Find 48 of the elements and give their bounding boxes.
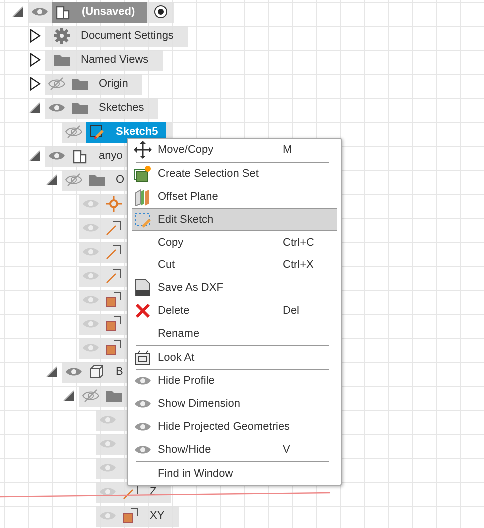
delete-icon bbox=[134, 302, 152, 320]
axis-icon bbox=[105, 243, 123, 261]
plane-icon bbox=[105, 315, 123, 333]
shortcut-label: Ctrl+C bbox=[283, 236, 316, 249]
look-at-icon bbox=[134, 348, 152, 367]
settings-icon bbox=[53, 27, 71, 45]
collapsed-arrow-icon[interactable] bbox=[29, 29, 41, 43]
menu-item[interactable]: Show Dimension bbox=[132, 392, 337, 416]
menu-item[interactable]: Copy Ctrl+C bbox=[132, 231, 337, 254]
collapsed-arrow-icon[interactable] bbox=[29, 53, 41, 67]
menu-item[interactable]: Look At bbox=[132, 346, 337, 369]
plane-icon bbox=[105, 339, 123, 357]
offset-plane-icon bbox=[134, 188, 152, 206]
shortcut-label: Del bbox=[283, 304, 301, 317]
axis-icon bbox=[105, 219, 123, 237]
expanded-arrow-icon[interactable] bbox=[29, 150, 41, 162]
menu-item[interactable]: Find in Window bbox=[132, 462, 337, 485]
sketch-icon bbox=[88, 123, 106, 141]
origin-point-icon bbox=[105, 195, 123, 213]
shortcut-label: V bbox=[283, 444, 292, 456]
menu-item[interactable]: Hide Profile bbox=[132, 370, 337, 393]
radio-icon bbox=[154, 5, 168, 19]
menu-item[interactable]: Edit Sketch bbox=[132, 208, 337, 232]
menu-item[interactable]: Show/Hide V bbox=[132, 438, 337, 462]
expanded-arrow-icon[interactable] bbox=[63, 390, 75, 402]
menu-item[interactable]: Delete Del bbox=[132, 300, 337, 322]
shortcut-label: M bbox=[283, 144, 294, 156]
move-icon bbox=[134, 141, 152, 160]
menu-item[interactable]: Offset Plane bbox=[132, 186, 337, 208]
edit-sketch-icon bbox=[134, 210, 152, 229]
menu-item[interactable]: Rename bbox=[132, 322, 337, 346]
menu-item[interactable]: Save As DXF bbox=[132, 276, 337, 300]
file-icon bbox=[134, 279, 152, 298]
menu-item[interactable]: Create Selection Set bbox=[132, 162, 337, 186]
plane-icon bbox=[105, 291, 123, 309]
box-icon bbox=[88, 363, 106, 381]
axis-icon bbox=[122, 483, 140, 501]
selection-set-icon bbox=[134, 165, 152, 184]
expanded-arrow-icon[interactable] bbox=[29, 102, 41, 114]
shortcut-label: Ctrl+X bbox=[283, 259, 315, 272]
menu-item[interactable]: Cut Ctrl+X bbox=[132, 254, 337, 277]
plane-icon bbox=[122, 507, 140, 525]
expanded-arrow-icon[interactable] bbox=[46, 174, 58, 186]
axis-icon bbox=[105, 267, 123, 285]
expanded-arrow-icon[interactable] bbox=[46, 366, 58, 378]
menu-item[interactable]: Hide Projected Geometries bbox=[132, 416, 337, 438]
expanded-arrow-icon[interactable] bbox=[12, 6, 24, 18]
collapsed-arrow-icon[interactable] bbox=[29, 77, 41, 91]
